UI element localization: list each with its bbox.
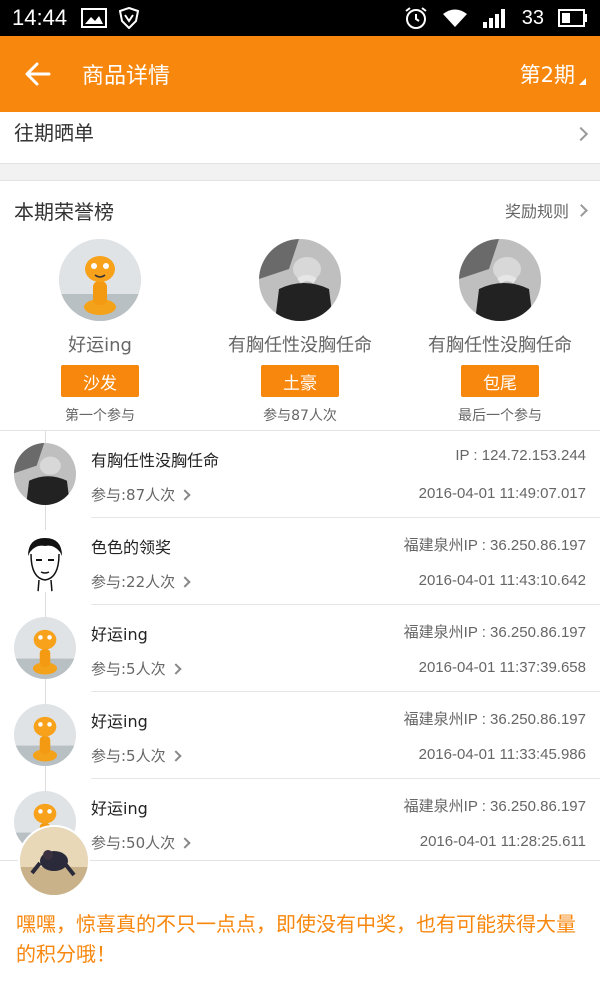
back-button[interactable] <box>0 36 76 112</box>
participation-records: 有胸任性没胸任命 IP : 124.72.153.244 参与:87人次 201… <box>0 430 600 860</box>
record-count-label: 参与:5人次 <box>91 660 166 678</box>
honor-title: 本期荣誉榜 <box>14 199 114 224</box>
chevron-right-icon <box>169 749 182 762</box>
avatar <box>14 704 76 766</box>
list-item[interactable]: 色色的领奖 福建泉州IP : 36.250.86.197 参与:22人次 201… <box>0 518 600 605</box>
record-ip: 福建泉州IP : 36.250.86.197 <box>403 711 586 728</box>
chevron-right-icon <box>573 126 589 141</box>
honor-sofa[interactable]: 好运ing 沙发 第一个参与 <box>0 239 200 425</box>
honor-name: 好运ing <box>68 335 132 356</box>
record-name: 好运ing <box>91 712 148 731</box>
avatar <box>14 443 76 505</box>
record-count[interactable]: 参与:22人次 <box>91 571 191 592</box>
record-count[interactable]: 参与:5人次 <box>91 745 182 766</box>
record-time: 2016-04-01 11:49:07.017 <box>418 485 586 502</box>
record-ip: IP : 124.72.153.244 <box>455 447 586 464</box>
honor-sub: 参与87人次 <box>263 408 337 424</box>
status-time: 14:44 <box>12 5 68 30</box>
status-bar: 14:44 33 <box>0 0 600 36</box>
past-shows-label: 往期晒单 <box>14 121 94 145</box>
app-bar: 商品详情 第2期 <box>0 36 600 112</box>
honor-badge: 土豪 <box>261 365 339 397</box>
reward-rules-label: 奖励规则 <box>504 202 569 221</box>
tip-card: 嘿嘿，惊喜真的不只一点点，即使没有中奖，也有可能获得大量的积分哦！ <box>0 825 600 1000</box>
avatar <box>18 825 90 897</box>
list-item[interactable]: 好运ing 福建泉州IP : 36.250.86.197 参与:50人次 201… <box>0 779 600 860</box>
record-count[interactable]: 参与:87人次 <box>91 484 191 505</box>
back-arrow-icon <box>25 62 51 86</box>
list-item[interactable]: 有胸任性没胸任命 IP : 124.72.153.244 参与:87人次 201… <box>0 431 600 518</box>
avatar <box>259 239 341 321</box>
honor-board: 本期荣誉榜 奖励规则 好运ing 沙发 第一个参与 有胸任性没胸任命 土豪 参与… <box>0 180 600 430</box>
tip-message: 嘿嘿，惊喜真的不只一点点，即使没有中奖，也有可能获得大量的积分哦！ <box>16 912 576 966</box>
honor-name: 有胸任性没胸任命 <box>428 335 572 356</box>
period-label: 第2期 <box>519 63 575 87</box>
honor-badge: 包尾 <box>461 365 539 397</box>
record-time: 2016-04-01 11:43:10.642 <box>418 572 586 589</box>
record-time: 2016-04-01 11:37:39.658 <box>418 659 586 676</box>
honor-sub: 最后一个参与 <box>458 408 542 424</box>
honor-badge: 沙发 <box>61 365 139 397</box>
record-count[interactable]: 参与:50人次 <box>91 832 191 853</box>
shield-icon <box>119 7 140 29</box>
signal-icon <box>482 9 505 28</box>
avatar <box>59 239 141 321</box>
list-item[interactable]: 好运ing 福建泉州IP : 36.250.86.197 参与:5人次 2016… <box>0 605 600 692</box>
avatar <box>14 617 76 679</box>
honor-sub: 第一个参与 <box>65 408 135 424</box>
chevron-right-icon <box>179 575 191 588</box>
image-icon <box>81 8 108 28</box>
record-count-label: 参与:50人次 <box>91 834 176 852</box>
battery-icon <box>558 9 587 27</box>
record-name: 好运ing <box>91 625 148 644</box>
honor-name: 有胸任性没胸任命 <box>228 335 372 356</box>
battery-level: 33 <box>521 6 544 29</box>
record-time: 2016-04-01 11:33:45.986 <box>418 746 586 763</box>
record-count-label: 参与:5人次 <box>91 747 166 765</box>
past-shows-row[interactable]: 往期晒单 <box>0 112 600 164</box>
page-title: 商品详情 <box>82 64 171 89</box>
record-name: 好运ing <box>91 799 148 818</box>
dropdown-triangle-icon <box>579 78 586 85</box>
honor-tuhao[interactable]: 有胸任性没胸任命 土豪 参与87人次 <box>200 239 400 425</box>
record-ip: 福建泉州IP : 36.250.86.197 <box>403 798 586 815</box>
chevron-right-icon <box>179 488 191 501</box>
avatar <box>459 239 541 321</box>
honor-last[interactable]: 有胸任性没胸任命 包尾 最后一个参与 <box>400 239 600 425</box>
record-name: 有胸任性没胸任命 <box>91 451 220 470</box>
alarm-icon <box>405 7 427 29</box>
record-ip: 福建泉州IP : 36.250.86.197 <box>403 624 586 641</box>
record-count-label: 参与:87人次 <box>91 486 176 504</box>
chevron-right-icon <box>169 662 182 675</box>
chevron-right-icon <box>179 836 191 849</box>
chevron-right-icon <box>575 203 588 217</box>
record-ip: 福建泉州IP : 36.250.86.197 <box>403 537 586 554</box>
wifi-icon <box>442 9 467 27</box>
list-item[interactable]: 好运ing 福建泉州IP : 36.250.86.197 参与:5人次 2016… <box>0 692 600 779</box>
record-count[interactable]: 参与:5人次 <box>91 658 182 679</box>
period-selector[interactable]: 第2期 <box>520 59 586 89</box>
record-count-label: 参与:22人次 <box>91 573 176 591</box>
avatar <box>14 530 76 592</box>
record-name: 色色的领奖 <box>91 538 172 557</box>
reward-rules-link[interactable]: 奖励规则 <box>504 198 588 222</box>
record-time: 2016-04-01 11:28:25.611 <box>419 833 586 850</box>
